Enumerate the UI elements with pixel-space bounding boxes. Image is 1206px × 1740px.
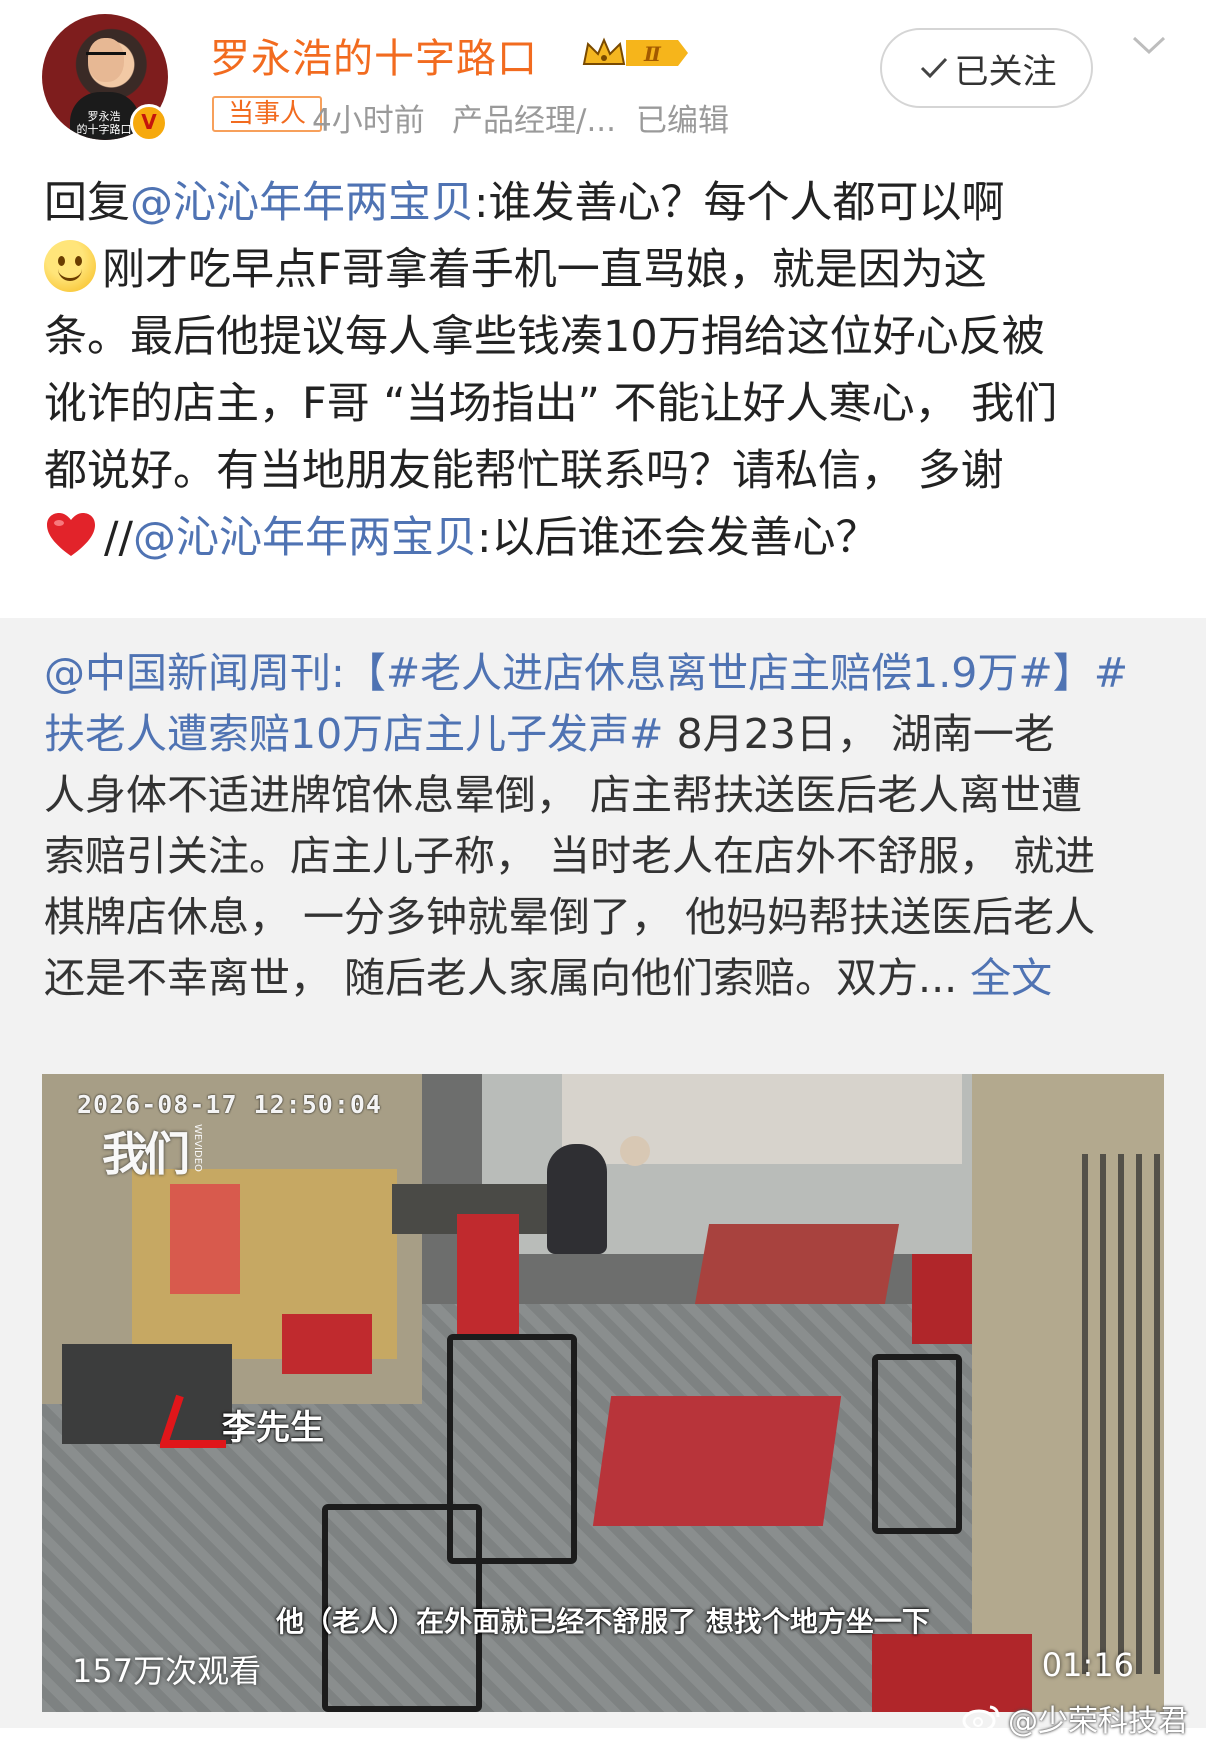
post-source[interactable]: 产品经理/...	[452, 95, 616, 140]
repost-line: 还是不幸离世， 随后老人家属向他们索赔。双方... 全文	[44, 948, 1169, 1009]
colon: :	[331, 649, 345, 697]
full-text-link[interactable]: 全文	[970, 954, 1052, 1002]
post-line: //@沁沁年年两宝贝:以后谁还会发善心？	[44, 505, 1174, 572]
mention-link[interactable]: @沁沁年年两宝贝	[133, 513, 477, 563]
post-body: 回复@沁沁年年两宝贝:谁发善心？每个人都可以啊 刚才吃早点F哥拿着手机一直骂娘，…	[44, 170, 1174, 572]
party-tag: 当事人	[212, 96, 322, 132]
vip-level-text: Ⅱ	[643, 42, 662, 66]
repost-text-segment: 还是不幸离世， 随后老人家属向他们索赔。双方...	[44, 954, 971, 1002]
repost-slashes: //	[104, 513, 133, 563]
post-text-segment: :谁发善心？每个人都可以啊	[474, 178, 1005, 228]
video-subtitle: 他（老人）在外面就已经不舒服了 想找个地方坐一下	[276, 1605, 930, 1638]
video-scene-person-head	[620, 1136, 650, 1166]
video-scene-stool	[457, 1214, 519, 1334]
vip-crown-badge-icon[interactable]: Ⅱ	[580, 34, 692, 72]
hashtag-link[interactable]: 扶老人遭索赔10万店主儿子发声#	[44, 710, 664, 758]
mention-link[interactable]: @沁沁年年两宝贝	[130, 178, 474, 228]
post-line: 回复@沁沁年年两宝贝:谁发善心？每个人都可以啊	[44, 170, 1174, 237]
follow-button[interactable]: 已关注	[880, 28, 1093, 108]
watermark-text: @少荣科技君	[1008, 1704, 1188, 1739]
video-duration: 01:16	[1041, 1646, 1134, 1684]
video-scene-stool	[282, 1314, 372, 1374]
repost-body: @中国新闻周刊:【#老人进店休息离世店主赔偿1.9万#】# 扶老人遭索赔10万店…	[44, 643, 1169, 1009]
smile-emoji-icon	[44, 240, 96, 292]
post-line: 都说好。有当地朋友能帮忙联系吗？请私信， 多谢	[44, 446, 1004, 496]
post-text-segment: 刚才吃早点F哥拿着手机一直骂娘，就是因为这	[102, 245, 987, 295]
post-time: 4小时前	[312, 103, 425, 139]
video-logo: 我们	[102, 1127, 190, 1181]
reposted-card[interactable]: @中国新闻周刊:【#老人进店休息离世店主赔偿1.9万#】# 扶老人遭索赔10万店…	[0, 618, 1206, 1728]
heart-emoji-icon	[47, 513, 95, 556]
chevron-down-icon[interactable]	[1130, 30, 1168, 60]
reply-prefix: 回复	[44, 178, 130, 228]
avatar-glasses	[86, 52, 126, 63]
hashtag-link[interactable]: 【#老人进店休息离世店主赔偿1.9万#】#	[345, 649, 1128, 697]
repost-line: @中国新闻周刊:【#老人进店休息离世店主赔偿1.9万#】#	[44, 643, 1169, 704]
post-line: 条。最后他提议每人拿些钱凑10万捐给这位好心反被	[44, 312, 1045, 362]
video-scene-chair	[872, 1354, 962, 1534]
repost-text-segment: 8月23日， 湖南一老	[663, 710, 1055, 758]
verified-badge-icon: V	[130, 104, 168, 142]
repost-line: 棋牌店休息， 一分多钟就晕倒了， 他妈妈帮扶送医后老人	[44, 893, 1096, 941]
video-scene-person	[547, 1144, 607, 1254]
post-line: 讹诈的店主，F哥 “当场指出” 不能让好人寒心， 我们	[44, 379, 1058, 429]
video-player[interactable]: 2026-08-17 12:50:04 我们 WEVIDEO 李先生 他（老人）…	[42, 1074, 1164, 1712]
video-scene-table	[694, 1224, 900, 1304]
watermark: @少荣科技君	[962, 1696, 1188, 1740]
post-line: 刚才吃早点F哥拿着手机一直骂娘，就是因为这	[44, 237, 1174, 304]
post-header: 罗永浩 的十字路口 V 罗永浩的十字路口 Ⅱ 当事人 4小时前 产品经理/...…	[0, 0, 1206, 160]
edited-indicator[interactable]: 已编辑	[636, 95, 729, 140]
check-icon	[920, 57, 947, 79]
video-scene-window-bars	[1082, 1154, 1162, 1674]
username[interactable]: 罗永浩的十字路口	[210, 26, 538, 84]
repost-author-link[interactable]: @中国新闻周刊	[44, 649, 331, 697]
name-label-marker-icon	[160, 1394, 226, 1448]
repost-line: 扶老人遭索赔10万店主儿子发声# 8月23日， 湖南一老	[44, 704, 1169, 765]
video-view-count: 157万次观看	[72, 1652, 262, 1690]
post-text-segment: :以后谁还会发善心？	[476, 513, 879, 563]
video-timestamp: 2026-08-17 12:50:04	[77, 1090, 382, 1119]
video-scene-stool	[912, 1254, 972, 1344]
weibo-logo-icon	[962, 1705, 1000, 1733]
video-scene-table	[592, 1396, 842, 1526]
repost-line: 索赔引关注。店主儿子称， 当时老人在店外不舒服， 就进	[44, 832, 1096, 880]
video-scene-calendar	[170, 1184, 240, 1294]
video-logo-sub: WEVIDEO	[192, 1124, 203, 1172]
repost-line: 人身体不适进牌馆休息晕倒， 店主帮扶送医后老人离世遭	[44, 771, 1083, 819]
video-name-label: 李先生	[222, 1408, 324, 1448]
follow-label: 已关注	[954, 51, 1057, 92]
